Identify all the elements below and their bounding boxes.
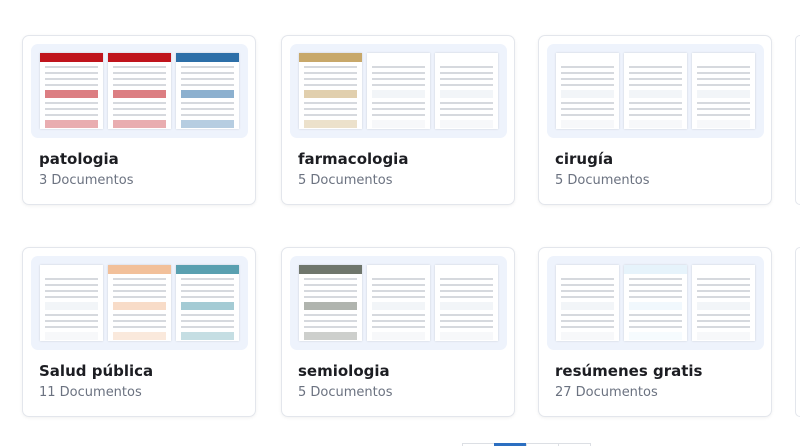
folder-card[interactable]: cirugía 5 Documentos	[538, 35, 772, 205]
folder-card-partial[interactable]	[795, 247, 800, 417]
folder-card[interactable]: semiologia 5 Documentos	[281, 247, 515, 417]
folder-card-partial[interactable]	[795, 35, 800, 205]
document-thumbnail	[108, 53, 171, 129]
folder-card[interactable]: farmacologia 5 Documentos	[281, 35, 515, 205]
folder-card[interactable]: patologia 3 Documentos	[22, 35, 256, 205]
folder-title: patologia	[39, 150, 119, 168]
document-thumbnail	[624, 265, 687, 341]
document-thumbnail	[692, 265, 755, 341]
folder-title: semiologia	[298, 362, 390, 380]
folder-document-count: 5 Documentos	[298, 173, 393, 188]
folder-title: Salud pública	[39, 362, 154, 380]
document-thumbnail	[299, 265, 362, 341]
folder-document-count: 5 Documentos	[298, 385, 393, 400]
document-thumbnail	[367, 53, 430, 129]
document-thumbnail	[299, 53, 362, 129]
folder-title: farmacologia	[298, 150, 409, 168]
folder-document-count: 27 Documentos	[555, 385, 658, 400]
document-thumbnail	[692, 53, 755, 129]
document-thumbnail	[108, 265, 171, 341]
document-thumbnail	[556, 53, 619, 129]
document-thumbnail	[176, 53, 239, 129]
folder-document-count: 5 Documentos	[555, 173, 650, 188]
document-previews	[31, 44, 248, 138]
folder-title: cirugía	[555, 150, 614, 168]
folder-document-count: 3 Documentos	[39, 173, 134, 188]
document-previews	[31, 256, 248, 350]
document-thumbnail	[624, 53, 687, 129]
folder-card[interactable]: Salud pública 11 Documentos	[22, 247, 256, 417]
document-previews	[547, 256, 764, 350]
document-thumbnail	[435, 53, 498, 129]
document-thumbnail	[40, 53, 103, 129]
folder-card[interactable]: resúmenes gratis 27 Documentos	[538, 247, 772, 417]
folder-document-count: 11 Documentos	[39, 385, 142, 400]
document-thumbnail	[435, 265, 498, 341]
document-thumbnail	[367, 265, 430, 341]
document-thumbnail	[176, 265, 239, 341]
document-previews	[290, 256, 507, 350]
document-thumbnail	[40, 265, 103, 341]
document-previews	[547, 44, 764, 138]
document-previews	[290, 44, 507, 138]
document-thumbnail	[556, 265, 619, 341]
folder-title: resúmenes gratis	[555, 362, 703, 380]
